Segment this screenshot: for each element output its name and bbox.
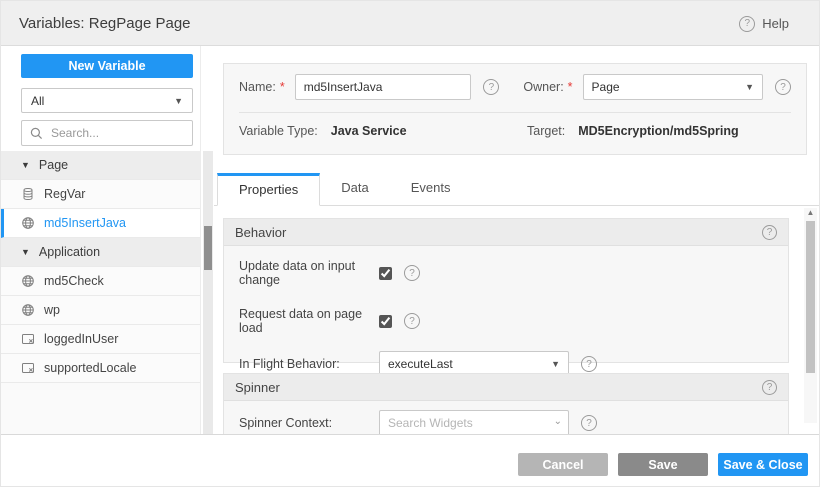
new-variable-button[interactable]: New Variable	[21, 54, 193, 78]
variable-label: md5Check	[44, 274, 104, 288]
search-icon	[30, 127, 44, 140]
variable-meta-panel: Name: * ? Owner: * Page ▼ ? Variable Typ…	[223, 63, 807, 155]
tree-item-supportedlocale[interactable]: supportedLocale	[1, 354, 200, 383]
variables-sidebar: New Variable All ▼ ▼ Page RegVar	[1, 46, 201, 435]
globe-icon	[21, 216, 35, 230]
variable-label: wp	[44, 303, 60, 317]
variable-type-value: Java Service	[331, 124, 407, 138]
chevron-down-icon: ▼	[174, 96, 183, 106]
tree-item-loggedinuser[interactable]: loggedInUser	[1, 325, 200, 354]
variable-type-label: Variable Type:	[239, 124, 318, 138]
model-variable-icon	[21, 332, 35, 346]
globe-icon	[21, 274, 35, 288]
properties-scrollbar-thumb[interactable]	[806, 221, 815, 373]
update-data-checkbox[interactable]	[379, 267, 392, 280]
tree-group-application[interactable]: ▼ Application	[1, 238, 200, 267]
spinner-section-header: Spinner ?	[224, 374, 788, 401]
type-target-row: Variable Type: Java Service Target: MD5E…	[224, 113, 806, 138]
search-input[interactable]	[51, 126, 176, 140]
variable-search-box[interactable]	[21, 120, 193, 146]
help-label: Help	[762, 16, 789, 31]
owner-select-value: Page	[592, 80, 620, 94]
target-label: Target:	[527, 124, 565, 138]
detail-tabbar: Properties Data Events	[214, 173, 820, 206]
target-value: MD5Encryption/md5Spring	[578, 124, 738, 138]
sidebar-scrollbar-thumb[interactable]	[204, 226, 212, 270]
group-label: Page	[39, 158, 68, 172]
collapse-arrow-icon: ▼	[21, 160, 30, 170]
inflight-behavior-value: executeLast	[388, 357, 453, 371]
spinner-section: Spinner ? Spinner Context: ⌄ ?	[223, 373, 789, 435]
spinner-context-select[interactable]: ⌄	[379, 410, 569, 435]
chevron-down-icon: ▼	[745, 82, 754, 92]
variable-name-input[interactable]	[295, 74, 472, 100]
help-icon: ?	[739, 16, 755, 32]
properties-scrollbar[interactable]: ▲ ▼	[804, 208, 817, 423]
help-link[interactable]: ? Help	[739, 1, 789, 46]
dialog-header: Variables: RegPage Page ? Help	[1, 1, 820, 46]
sidebar-scrollbar[interactable]	[203, 151, 213, 434]
tree-item-md5insertjava-selected[interactable]: md5InsertJava	[1, 209, 200, 238]
inflight-behavior-help-icon[interactable]: ?	[581, 356, 597, 372]
request-data-label: Request data on page load	[239, 307, 379, 335]
behavior-section-header: Behavior ?	[224, 219, 788, 246]
name-owner-row: Name: * ? Owner: * Page ▼ ?	[224, 64, 806, 100]
variable-filter-value: All	[31, 94, 44, 108]
request-data-checkbox[interactable]	[379, 315, 392, 328]
behavior-section-title: Behavior	[235, 225, 286, 240]
behavior-help-icon[interactable]: ?	[762, 225, 777, 240]
tree-item-wp[interactable]: wp	[1, 296, 200, 325]
tree-group-page[interactable]: ▼ Page	[1, 151, 200, 180]
tree-item-md5check[interactable]: md5Check	[1, 267, 200, 296]
required-marker: *	[280, 80, 285, 94]
variable-detail-panel: Name: * ? Owner: * Page ▼ ? Variable Typ…	[214, 46, 820, 435]
save-button[interactable]: Save	[618, 453, 708, 476]
variable-label: md5InsertJava	[44, 216, 126, 230]
spinner-context-row: Spinner Context: ⌄ ?	[224, 410, 788, 435]
save-and-close-button[interactable]: Save & Close	[718, 453, 808, 476]
tree-item-regvar[interactable]: RegVar	[1, 180, 200, 209]
chevron-down-icon: ⌄	[554, 416, 562, 427]
variable-label: supportedLocale	[44, 361, 136, 375]
spinner-section-title: Spinner	[235, 380, 280, 395]
collapse-arrow-icon: ▼	[21, 247, 30, 257]
page-title: Variables: RegPage Page	[19, 15, 191, 32]
name-label: Name:	[239, 80, 276, 94]
tab-properties[interactable]: Properties	[217, 173, 320, 206]
behavior-section: Behavior ? Update data on input change ?…	[223, 218, 789, 363]
update-data-row: Update data on input change ?	[224, 259, 788, 287]
group-label: Application	[39, 245, 100, 259]
variables-dialog: Variables: RegPage Page ? Help New Varia…	[0, 0, 820, 487]
tab-data[interactable]: Data	[320, 172, 389, 205]
dialog-footer: Cancel Save Save & Close	[1, 435, 820, 487]
spinner-context-label: Spinner Context:	[239, 416, 379, 430]
variable-tree: ▼ Page RegVar md5InsertJava ▼ Applicatio…	[1, 151, 200, 434]
owner-select[interactable]: Page ▼	[583, 74, 763, 100]
spinner-context-help-icon[interactable]: ?	[581, 415, 597, 431]
tree-empty-area	[1, 383, 200, 434]
required-marker: *	[568, 80, 573, 94]
scroll-up-icon[interactable]: ▲	[804, 208, 817, 217]
cancel-button[interactable]: Cancel	[518, 453, 608, 476]
database-icon	[21, 187, 35, 201]
globe-icon	[21, 303, 35, 317]
tab-events[interactable]: Events	[390, 172, 472, 205]
request-data-help-icon[interactable]: ?	[404, 313, 420, 329]
update-data-help-icon[interactable]: ?	[404, 265, 420, 281]
variable-label: loggedInUser	[44, 332, 118, 346]
request-data-row: Request data on page load ?	[224, 307, 788, 335]
spinner-context-input[interactable]	[379, 410, 569, 435]
variable-filter-select[interactable]: All ▼	[21, 88, 193, 113]
update-data-label: Update data on input change	[239, 259, 379, 287]
owner-label: Owner:	[523, 80, 563, 94]
model-variable-icon	[21, 361, 35, 375]
owner-help-icon[interactable]: ?	[775, 79, 791, 95]
name-help-icon[interactable]: ?	[483, 79, 499, 95]
inflight-behavior-label: In Flight Behavior:	[239, 357, 379, 371]
chevron-down-icon: ▼	[551, 359, 560, 369]
spinner-help-icon[interactable]: ?	[762, 380, 777, 395]
variable-label: RegVar	[44, 187, 85, 201]
